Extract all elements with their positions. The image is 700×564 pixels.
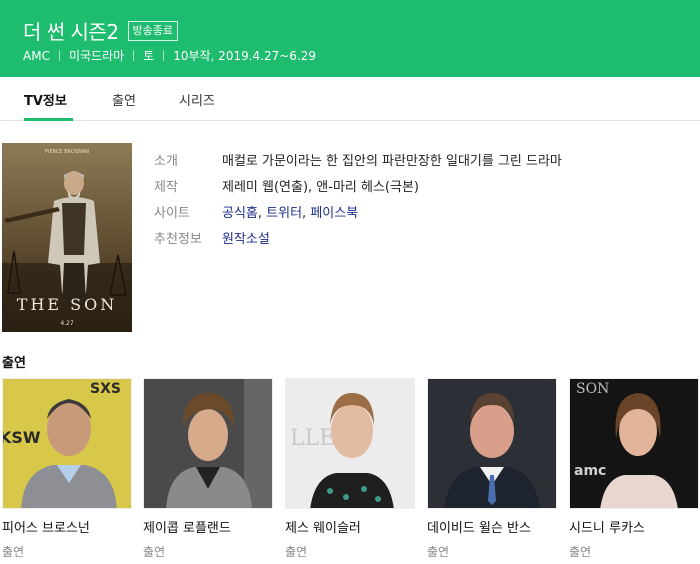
intro-label: 소개 bbox=[154, 154, 178, 169]
cast-name[interactable]: 제스 웨이슬러 bbox=[285, 517, 415, 536]
cast-photo[interactable]: SON amc bbox=[569, 378, 699, 509]
title-row: 더 썬 시즌2 방송종료 bbox=[23, 16, 179, 45]
program-title[interactable]: 더 썬 시즌2 bbox=[23, 16, 119, 45]
cast-photo[interactable] bbox=[143, 378, 273, 509]
cast-name[interactable]: 제이콥 로플랜드 bbox=[143, 517, 273, 536]
cast-role: 출연 bbox=[569, 545, 592, 559]
info-row-site: 사이트 공식홈, 트위터, 페이스북 bbox=[154, 202, 562, 228]
cast-card[interactable]: 제이콥 로플랜드 출연 bbox=[143, 378, 273, 560]
tab-series[interactable]: 시리즈 bbox=[179, 90, 215, 109]
facebook-link[interactable]: 페이스북 bbox=[310, 206, 358, 221]
poster-date-text: 4.27 bbox=[60, 320, 74, 327]
official-home-link[interactable]: 공식홈 bbox=[222, 206, 258, 221]
svg-text:SXS: SXS bbox=[90, 381, 121, 397]
svg-text:LLE: LLE bbox=[290, 426, 335, 451]
poster-title-text: THE SON bbox=[17, 295, 117, 314]
program-info: 소개 매컬로 가문이라는 한 집안의 파란만장한 일대기를 그린 드라마 제작 … bbox=[154, 150, 562, 254]
cast-card[interactable]: 데이비드 윌슨 반스 출연 bbox=[427, 378, 557, 560]
poster-top-text: PIERCE BROSNAN bbox=[45, 149, 89, 155]
cast-card[interactable]: SON amc 시드니 루카스 출연 bbox=[569, 378, 699, 560]
cast-photo[interactable]: LLE bbox=[285, 378, 415, 509]
program-header: 더 썬 시즌2 방송종료 AMC 미국드라마 토 10부작, 2019.4.27… bbox=[0, 0, 700, 77]
cast-role: 출연 bbox=[2, 545, 25, 559]
tab-bar: TV정보 출연 시리즈 bbox=[0, 77, 700, 121]
cast-role: 출연 bbox=[285, 545, 308, 559]
meta-divider bbox=[58, 50, 60, 61]
info-row-intro: 소개 매컬로 가문이라는 한 집안의 파란만장한 일대기를 그린 드라마 bbox=[154, 150, 562, 176]
poster-image[interactable]: PIERCE BROSNAN THE SON 4.27 bbox=[2, 143, 132, 332]
site-label: 사이트 bbox=[154, 206, 190, 221]
cast-section-title: 출연 bbox=[2, 356, 26, 371]
recommend-label: 추천정보 bbox=[154, 232, 202, 247]
cast-photo[interactable] bbox=[427, 378, 557, 509]
meta-channel: AMC bbox=[23, 48, 50, 63]
production-value: 제레미 웹(연출), 앤-마리 헤스(극본) bbox=[222, 180, 419, 195]
svg-text:SON: SON bbox=[576, 381, 609, 397]
production-label: 제작 bbox=[154, 180, 178, 195]
twitter-link[interactable]: 트위터 bbox=[266, 206, 302, 221]
meta-divider bbox=[163, 50, 165, 61]
cast-card[interactable]: SXS KSW 피어스 브로스넌 출연 bbox=[2, 378, 132, 560]
meta-divider bbox=[133, 50, 135, 61]
cast-name[interactable]: 시드니 루카스 bbox=[569, 517, 699, 536]
meta-genre: 미국드라마 bbox=[68, 49, 125, 63]
active-tab-indicator bbox=[24, 118, 73, 121]
tab-cast[interactable]: 출연 bbox=[112, 90, 136, 109]
info-row-production: 제작 제레미 웹(연출), 앤-마리 헤스(극본) bbox=[154, 176, 562, 202]
cast-name[interactable]: 피어스 브로스넌 bbox=[2, 517, 132, 536]
cast-role: 출연 bbox=[143, 545, 166, 559]
site-links: 공식홈, 트위터, 페이스북 bbox=[222, 206, 359, 221]
intro-value: 매컬로 가문이라는 한 집안의 파란만장한 일대기를 그린 드라마 bbox=[222, 154, 562, 169]
status-badge: 방송종료 bbox=[127, 20, 179, 41]
original-novel-link[interactable]: 원작소설 bbox=[222, 232, 270, 247]
cast-card[interactable]: LLE 제스 웨이슬러 출연 bbox=[285, 378, 415, 560]
meta-day: 토 bbox=[143, 49, 155, 63]
tab-tv-info[interactable]: TV정보 bbox=[24, 90, 67, 109]
meta-episodes: 10부작, 2019.4.27~6.29 bbox=[173, 49, 317, 63]
svg-text:KSW: KSW bbox=[3, 428, 41, 447]
svg-text:amc: amc bbox=[574, 463, 606, 479]
cast-role: 출연 bbox=[427, 545, 450, 559]
info-row-recommend: 추천정보 원작소설 bbox=[154, 228, 562, 254]
cast-photo[interactable]: SXS KSW bbox=[2, 378, 132, 509]
meta-row: AMC 미국드라마 토 10부작, 2019.4.27~6.29 bbox=[23, 47, 316, 64]
cast-name[interactable]: 데이비드 윌슨 반스 bbox=[427, 517, 557, 536]
